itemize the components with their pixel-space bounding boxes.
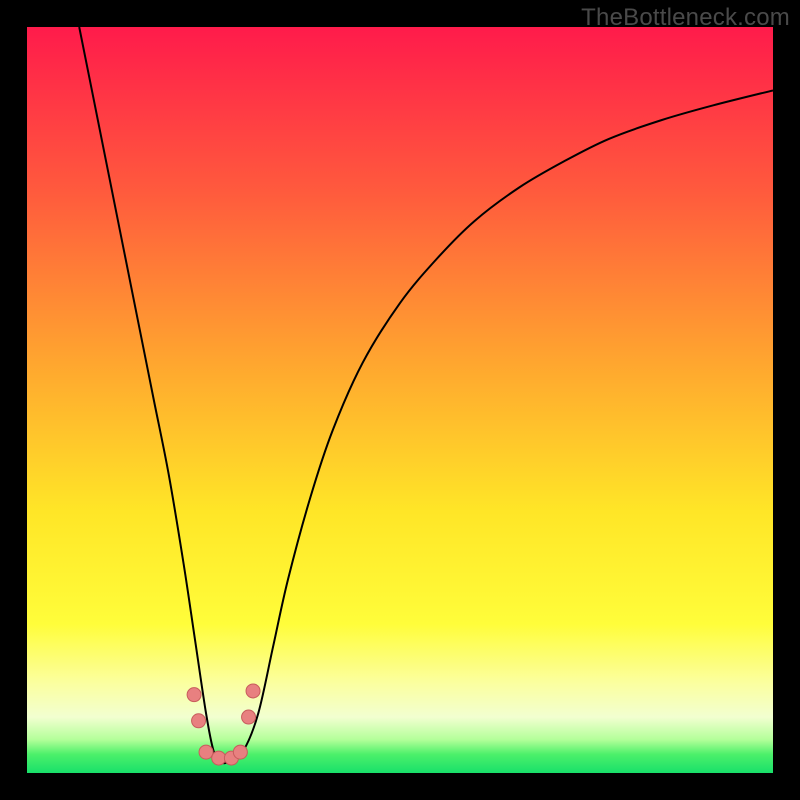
valley-point (242, 710, 256, 724)
watermark-text: TheBottleneck.com (581, 4, 790, 32)
chart-frame: TheBottleneck.com (0, 0, 800, 800)
valley-point (212, 751, 226, 765)
valley-point (187, 688, 201, 702)
valley-point (233, 745, 247, 759)
bottleneck-chart (27, 27, 773, 773)
chart-background (27, 27, 773, 773)
valley-point (192, 714, 206, 728)
valley-point (199, 745, 213, 759)
valley-point (246, 684, 260, 698)
